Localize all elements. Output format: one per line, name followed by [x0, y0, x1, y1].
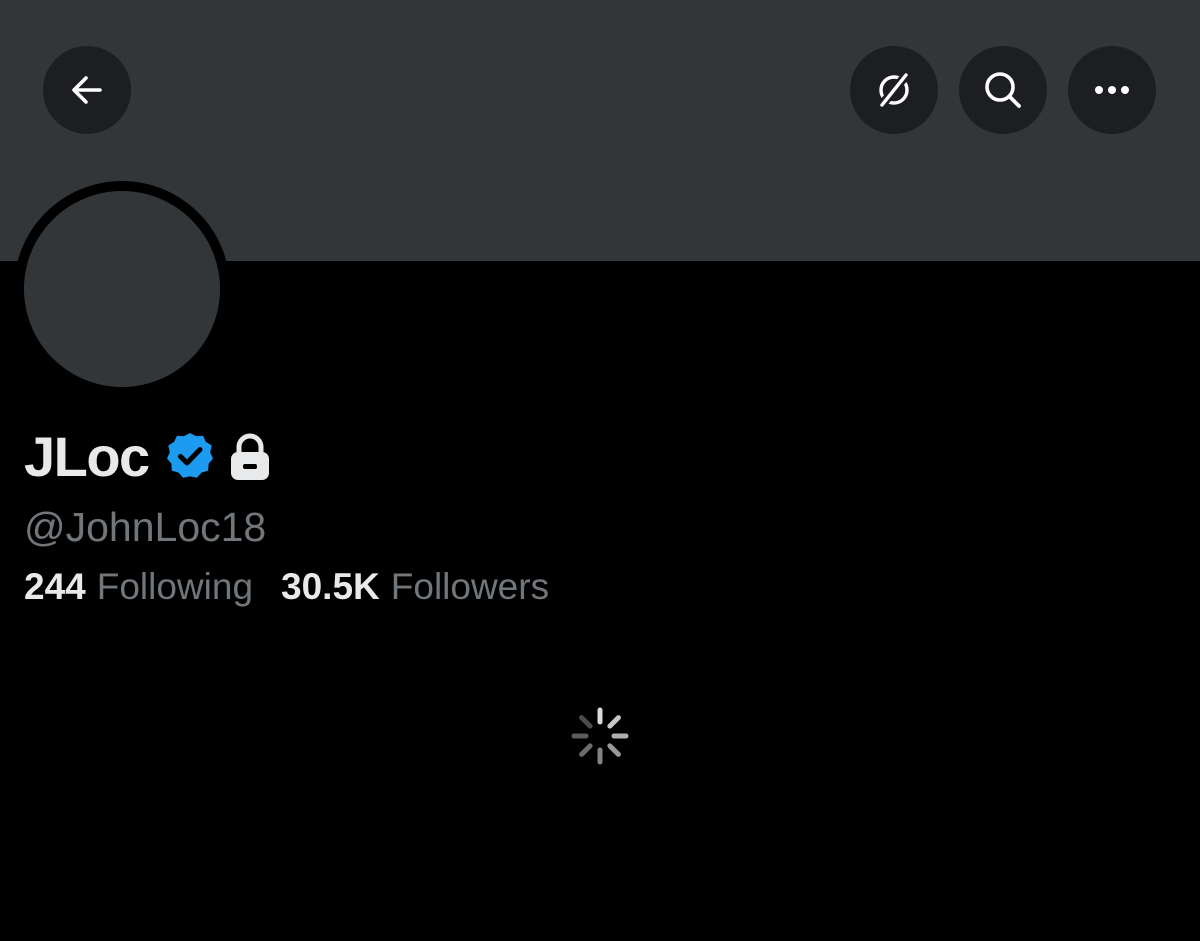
more-options-button[interactable] — [1068, 46, 1156, 134]
grok-button[interactable] — [850, 46, 938, 134]
following-link[interactable]: 244 Following — [24, 563, 253, 611]
followers-count: 30.5K — [281, 566, 380, 607]
back-button[interactable] — [43, 46, 131, 134]
loading-spinner-icon — [571, 707, 629, 765]
followers-link[interactable]: 30.5K Followers — [281, 563, 549, 611]
followers-label: Followers — [390, 566, 550, 607]
search-icon — [985, 72, 1021, 108]
avatar[interactable] — [24, 191, 220, 387]
name-row: JLoc — [24, 422, 271, 492]
avatar-border — [14, 181, 230, 397]
back-arrow-icon — [72, 76, 102, 104]
grok-icon — [876, 69, 912, 111]
search-button[interactable] — [959, 46, 1047, 134]
following-count: 244 — [24, 566, 86, 607]
profile-handle: @JohnLoc18 — [24, 504, 267, 550]
verified-badge-icon[interactable] — [165, 432, 215, 482]
more-icon — [1095, 86, 1129, 94]
lock-icon — [229, 432, 271, 482]
display-name: JLoc — [24, 425, 150, 488]
following-label: Following — [96, 566, 254, 607]
profile-stats: 244 Following 30.5K Followers — [24, 563, 549, 611]
